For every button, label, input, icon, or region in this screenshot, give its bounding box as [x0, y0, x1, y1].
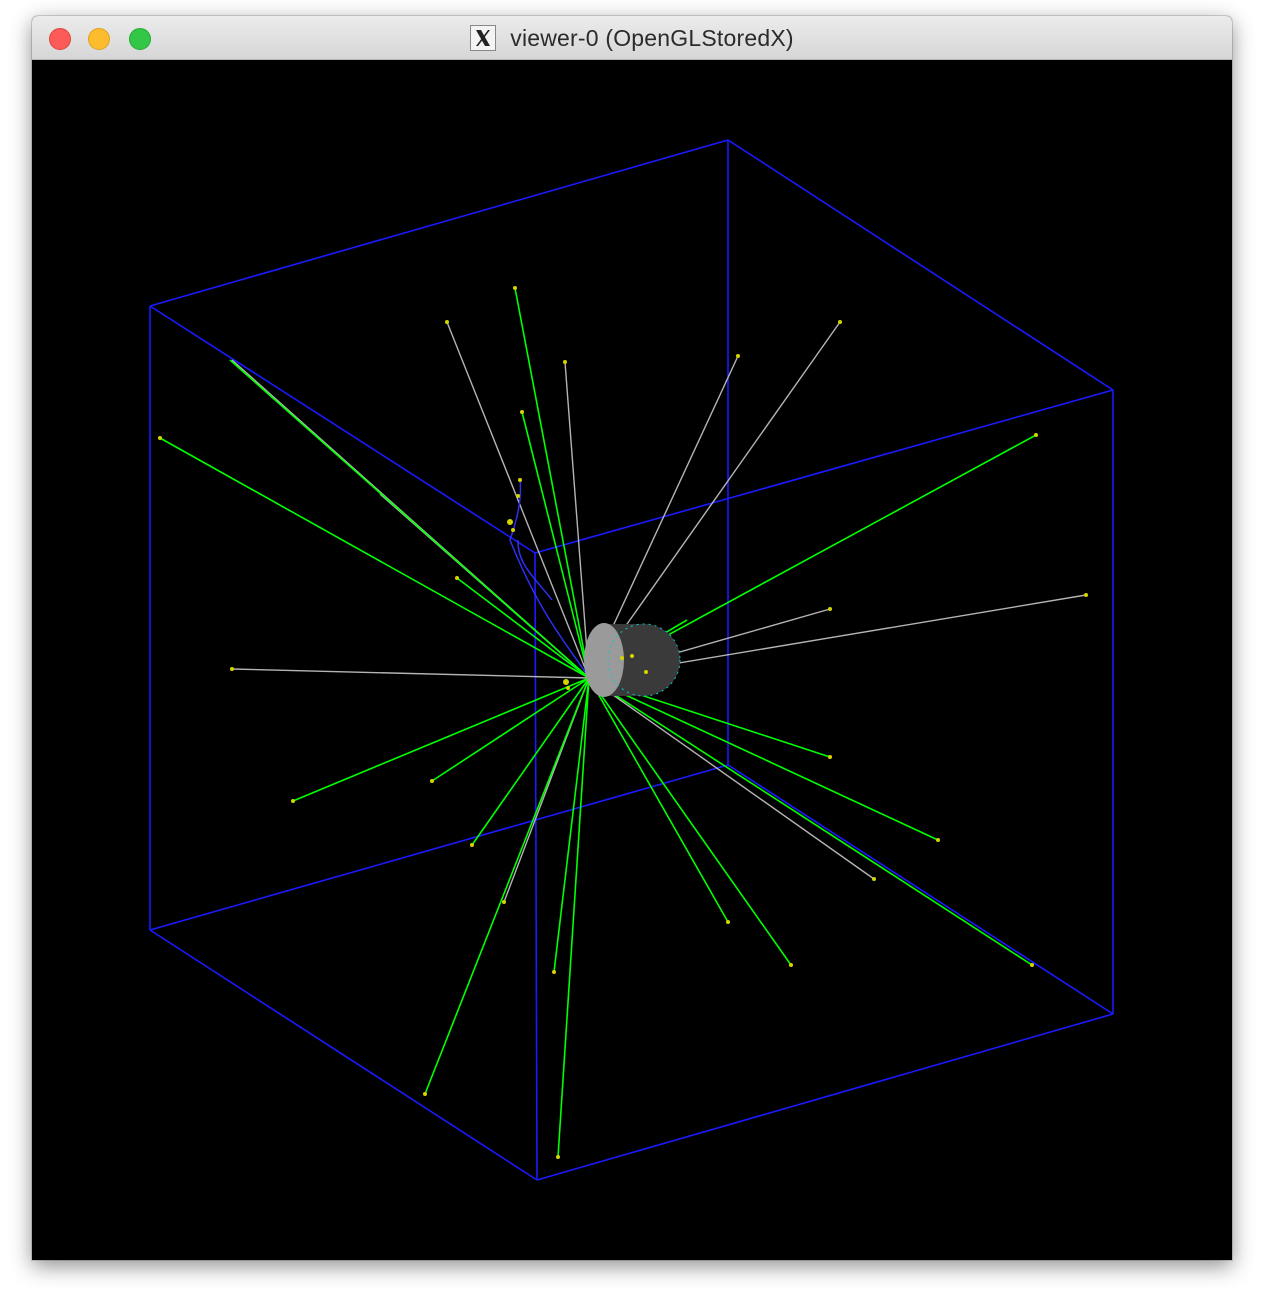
charged-track [588, 677, 1033, 966]
step-point [630, 654, 634, 658]
step-point [470, 843, 474, 847]
charged-track [588, 677, 939, 841]
step-point [566, 686, 570, 690]
step-point [556, 1155, 560, 1159]
box-edge [149, 929, 538, 1181]
step-point [644, 670, 648, 674]
step-point [513, 286, 517, 290]
charged-track [557, 677, 590, 1158]
x11-icon [470, 25, 497, 51]
window-title: viewer-0 (OpenGLStoredX) [510, 24, 794, 51]
step-point [828, 755, 832, 759]
step-points [158, 286, 1088, 1159]
charged-track [588, 677, 729, 923]
charged-track [514, 287, 590, 679]
charged-track [588, 677, 792, 966]
box-edge [534, 389, 1114, 554]
step-point [726, 920, 730, 924]
step-point [828, 607, 832, 611]
viewer-window: viewer-0 (OpenGLStoredX) [32, 16, 1232, 1260]
charged-track [159, 437, 590, 679]
box-edge [536, 1013, 1114, 1181]
step-point [1034, 433, 1038, 437]
detector-face [584, 623, 624, 697]
step-point [430, 779, 434, 783]
step-point [563, 679, 569, 685]
step-point [423, 1092, 427, 1096]
box-edge [149, 139, 729, 307]
box-edge [149, 305, 536, 554]
neutral-tracks [231, 321, 1087, 903]
step-point [518, 478, 522, 482]
step-point [563, 360, 567, 364]
gamma-track [588, 677, 875, 880]
step-point [838, 320, 842, 324]
step-point [291, 799, 295, 803]
detector-volume [584, 623, 681, 697]
charged-tracks [159, 287, 1037, 1158]
step-point [511, 528, 515, 532]
step-point [230, 667, 234, 671]
step-point [936, 838, 940, 842]
charged-track [229, 359, 590, 679]
title-bar[interactable]: viewer-0 (OpenGLStoredX) [32, 16, 1232, 60]
step-point [872, 877, 876, 881]
step-point [507, 519, 513, 525]
step-point [520, 410, 524, 414]
box-edge [727, 764, 1114, 1015]
step-point [552, 970, 556, 974]
charged-track [431, 677, 590, 782]
step-point [620, 656, 624, 660]
step-point [1030, 963, 1034, 967]
step-point [789, 963, 793, 967]
step-point [1084, 593, 1088, 597]
opengl-viewport[interactable] [32, 60, 1232, 1260]
charged-track [292, 677, 590, 802]
step-point [516, 494, 520, 498]
title-area: viewer-0 (OpenGLStoredX) [32, 16, 1232, 60]
step-point [502, 900, 506, 904]
step-point [455, 576, 459, 580]
step-point [158, 436, 162, 440]
step-point [736, 354, 740, 358]
step-point [445, 320, 449, 324]
box-edge [727, 139, 1114, 391]
scene-svg [149, 139, 1114, 1181]
box-edge [149, 764, 729, 931]
